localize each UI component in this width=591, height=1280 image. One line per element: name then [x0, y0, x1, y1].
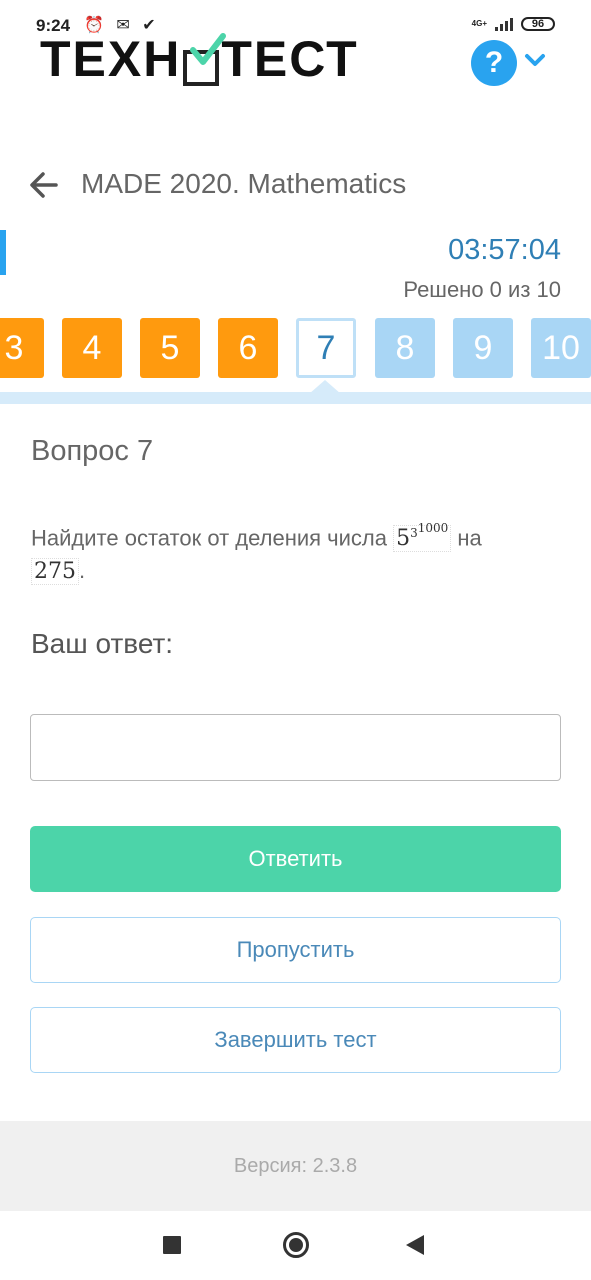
status-right-group: 4G+ 96 — [472, 17, 555, 31]
question-nav: 3 4 5 6 7 8 9 10 — [0, 318, 591, 380]
help-button[interactable]: ? — [471, 40, 517, 86]
back-arrow-icon[interactable] — [29, 170, 59, 200]
question-nav-underline — [0, 392, 591, 404]
question-text: Найдите остаток от деления числа 531000 … — [31, 512, 551, 588]
math-exp-power: 1000 — [417, 521, 449, 535]
question-nav-item-5[interactable]: 5 — [140, 318, 200, 378]
battery-icon: 96 — [521, 17, 555, 31]
recent-apps-icon[interactable] — [163, 1236, 181, 1254]
home-icon[interactable] — [283, 1232, 309, 1258]
app-logo: ТЕХН ТЕСТ — [40, 28, 359, 88]
math-base: 5 — [396, 526, 411, 552]
question-text-before: Найдите остаток от деления числа — [31, 525, 394, 551]
logo-text-right: ТЕСТ — [221, 31, 359, 87]
question-nav-item-9[interactable]: 9 — [453, 318, 513, 378]
help-question-icon: ? — [484, 46, 504, 79]
footer: Версия: 2.3.8 — [0, 1121, 591, 1211]
answer-input[interactable] — [30, 714, 561, 781]
math-exp-base: 3 — [410, 526, 418, 540]
math-power-expression: 531000 — [393, 521, 452, 553]
question-nav-item-10[interactable]: 10 — [531, 318, 591, 378]
question-nav-item-7[interactable]: 7 — [296, 318, 356, 378]
logo-checkbox-icon — [183, 33, 227, 86]
timer: 03:57:04 — [448, 234, 561, 266]
question-heading: Вопрос 7 — [31, 435, 154, 467]
submit-answer-button[interactable]: Ответить — [30, 826, 561, 892]
version-label: Версия: 2.3.8 — [233, 1154, 358, 1177]
question-nav-item-6[interactable]: 6 — [218, 318, 278, 378]
logo-check-icon — [190, 33, 227, 65]
skip-button[interactable]: Пропустить — [30, 917, 561, 983]
finish-test-button[interactable]: Завершить тест — [30, 1007, 561, 1073]
side-indicator — [0, 230, 6, 275]
page-title: MADE 2020. Mathematics — [81, 168, 407, 199]
question-nav-item-4[interactable]: 4 — [62, 318, 122, 378]
signal-icon — [495, 17, 513, 31]
question-text-middle: на — [451, 525, 482, 551]
question-nav-item-3[interactable]: 3 — [0, 318, 44, 378]
back-icon[interactable] — [406, 1235, 424, 1255]
answer-label: Ваш ответ: — [31, 628, 174, 659]
network-type-label: 4G+ — [471, 19, 487, 28]
solved-counter: Решено 0 из 10 — [403, 277, 561, 302]
question-nav-item-8[interactable]: 8 — [375, 318, 435, 378]
question-text-end: . — [79, 558, 86, 584]
home-icon-inner — [289, 1238, 303, 1252]
logo-text-left: ТЕХН — [40, 31, 182, 87]
math-divisor: 275 — [31, 558, 79, 586]
chevron-down-icon[interactable] — [524, 50, 546, 70]
